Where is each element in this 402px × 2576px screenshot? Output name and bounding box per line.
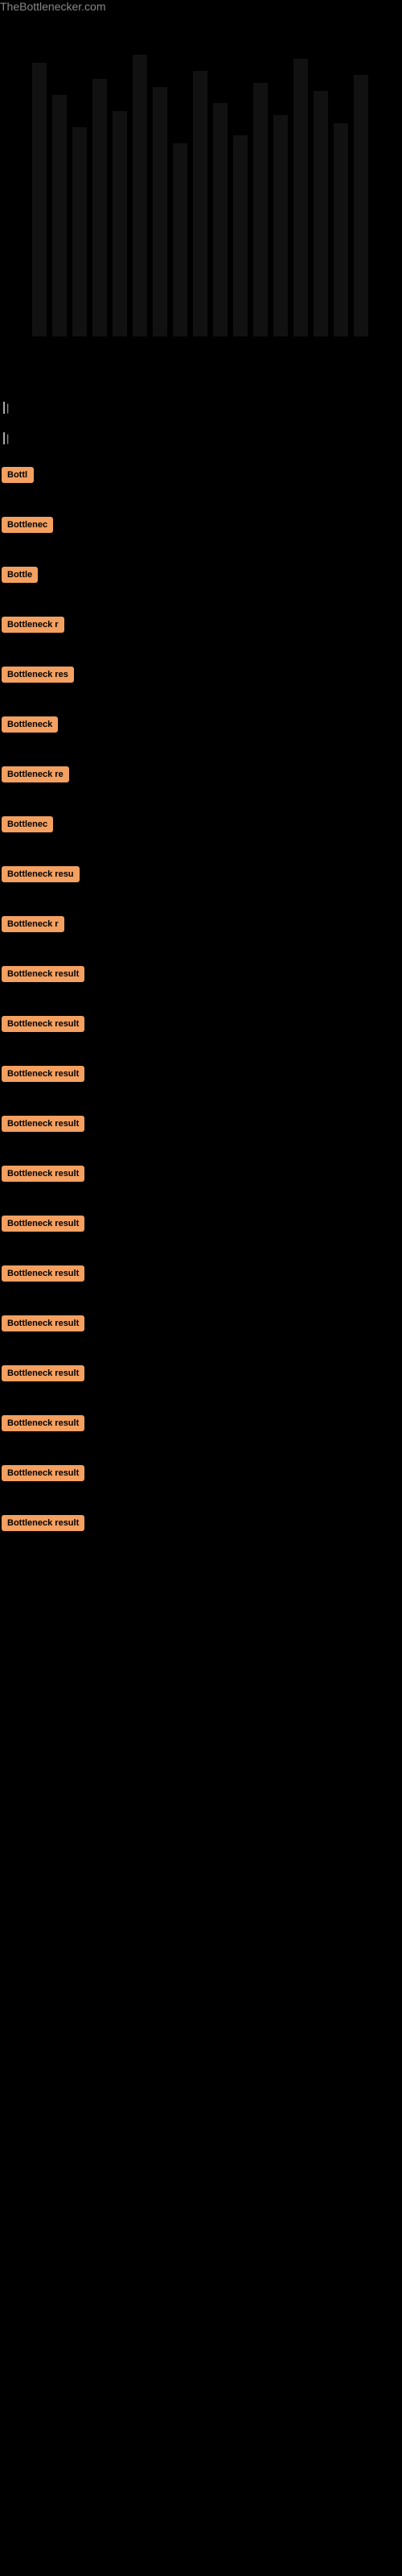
list-item: Bottleneck result	[0, 1256, 402, 1291]
text-section: | |	[0, 361, 402, 457]
list-item: Bottleneck result	[0, 1306, 402, 1341]
row-spacer	[0, 942, 402, 956]
list-item: Bottlenec	[0, 807, 402, 842]
row-spacer	[0, 842, 402, 857]
list-item: Bottleneck r	[0, 906, 402, 942]
bottleneck-badge[interactable]: Bottleneck result	[2, 966, 84, 982]
list-item: Bottleneck result	[0, 1505, 402, 1541]
bottleneck-list: Bottl Bottlenec Bottle Bottleneck r Bottlene…	[0, 457, 402, 1555]
list-item: Bottl	[0, 457, 402, 493]
list-item: Bottlenec	[0, 507, 402, 543]
bottleneck-badge[interactable]: Bottle	[2, 567, 38, 583]
list-item: Bottleneck resu	[0, 857, 402, 892]
row-spacer	[0, 1092, 402, 1106]
row-spacer	[0, 592, 402, 607]
row-spacer	[0, 642, 402, 657]
row-spacer	[0, 493, 402, 507]
row-spacer	[0, 1191, 402, 1206]
row-spacer	[0, 1042, 402, 1056]
cursor-line-2: |	[3, 432, 9, 444]
bottleneck-badge[interactable]: Bottleneck result	[2, 1515, 84, 1531]
site-title-bar: TheBottlenecker.com	[0, 0, 402, 14]
list-item: Bottleneck	[0, 707, 402, 742]
bottleneck-badge[interactable]: Bottleneck result	[2, 1265, 84, 1282]
list-item: Bottleneck result	[0, 1156, 402, 1191]
row-spacer	[0, 1541, 402, 1555]
bottleneck-badge[interactable]: Bottleneck result	[2, 1315, 84, 1331]
bottleneck-badge[interactable]: Bottleneck result	[2, 1415, 84, 1431]
bottleneck-badge[interactable]: Bottleneck result	[2, 1016, 84, 1032]
cursor-line-1: |	[3, 402, 9, 414]
list-item: Bottleneck result	[0, 1106, 402, 1141]
bottleneck-badge[interactable]: Bottleneck result	[2, 1166, 84, 1182]
row-spacer	[0, 1141, 402, 1156]
list-item: Bottleneck result	[0, 1406, 402, 1441]
row-spacer	[0, 1291, 402, 1306]
bottleneck-badge[interactable]: Bottleneck resu	[2, 866, 80, 882]
bottleneck-badge[interactable]: Bottleneck r	[2, 916, 64, 932]
site-title: TheBottlenecker.com	[0, 0, 106, 16]
bottleneck-badge[interactable]: Bottl	[2, 467, 34, 483]
row-spacer	[0, 543, 402, 557]
list-item: Bottleneck res	[0, 657, 402, 692]
row-spacer	[0, 1341, 402, 1356]
bottleneck-badge[interactable]: Bottleneck result	[2, 1365, 84, 1381]
bottleneck-badge[interactable]: Bottleneck	[2, 716, 58, 733]
list-item: Bottleneck result	[0, 1356, 402, 1391]
list-item: Bottleneck result	[0, 1455, 402, 1491]
bottleneck-badge[interactable]: Bottleneck re	[2, 766, 69, 782]
bottleneck-badge[interactable]: Bottleneck result	[2, 1116, 84, 1132]
list-item: Bottle	[0, 557, 402, 592]
bottleneck-badge[interactable]: Bottleneck result	[2, 1216, 84, 1232]
row-spacer	[0, 1391, 402, 1406]
list-item: Bottleneck re	[0, 757, 402, 792]
list-item: Bottleneck result	[0, 1006, 402, 1042]
row-spacer	[0, 692, 402, 707]
row-spacer	[0, 1441, 402, 1455]
list-item: Bottleneck r	[0, 607, 402, 642]
main-chart	[0, 14, 402, 361]
list-item: Bottleneck result	[0, 1056, 402, 1092]
bottleneck-badge[interactable]: Bottleneck result	[2, 1066, 84, 1082]
bottleneck-badge[interactable]: Bottleneck r	[2, 617, 64, 633]
row-spacer	[0, 1241, 402, 1256]
row-spacer	[0, 792, 402, 807]
row-spacer	[0, 742, 402, 757]
bottleneck-badge[interactable]: Bottlenec	[2, 517, 53, 533]
bottleneck-badge[interactable]: Bottlenec	[2, 816, 53, 832]
bottleneck-badge[interactable]: Bottleneck res	[2, 667, 74, 683]
list-item: Bottleneck result	[0, 956, 402, 992]
row-spacer	[0, 1491, 402, 1505]
row-spacer	[0, 992, 402, 1006]
list-item: Bottleneck result	[0, 1206, 402, 1241]
bottleneck-badge[interactable]: Bottleneck result	[2, 1465, 84, 1481]
row-spacer	[0, 892, 402, 906]
